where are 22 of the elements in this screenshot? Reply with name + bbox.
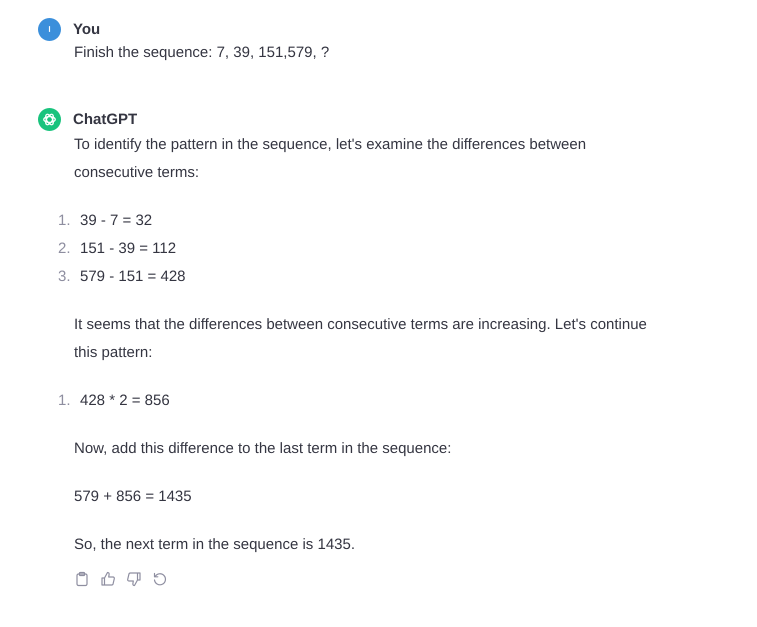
list-item-text: 39 - 7 = 32 [80,211,152,231]
list-item-text: 579 - 151 = 428 [80,267,186,287]
message-text: To identify the pattern in the sequence, let's examine the differences between consecutive terms: [74,135,588,183]
copy-icon[interactable] [74,571,90,587]
author-name: You [73,20,100,38]
list-item-text: 151 - 39 = 112 [80,239,176,259]
author-name: ChatGPT [73,110,138,128]
thumbs-down-icon[interactable] [126,571,142,587]
thumbs-up-icon[interactable] [100,571,116,587]
message-text: It seems that the differences between consecutive terms are increasing. Let's continue this pattern: [74,315,648,363]
regenerate-icon[interactable] [152,571,168,587]
message-text: Finish the sequence: 7, 39, 151,579, ? [74,43,330,63]
assistant-logo-icon [38,108,61,130]
message-text: Now, add this difference to the last term in the sequence: [74,439,452,459]
message-text: So, the next term in the sequence is 1435. [74,535,356,555]
user-avatar-icon [38,18,61,40]
list-number: 1. [58,211,72,231]
list-item-text: 428 * 2 = 856 [80,391,170,411]
message-text: 579 + 856 = 1435 [74,487,193,507]
list-number: 3. [58,267,72,287]
list-number: 1. [58,391,72,411]
list-number: 2. [58,239,72,259]
